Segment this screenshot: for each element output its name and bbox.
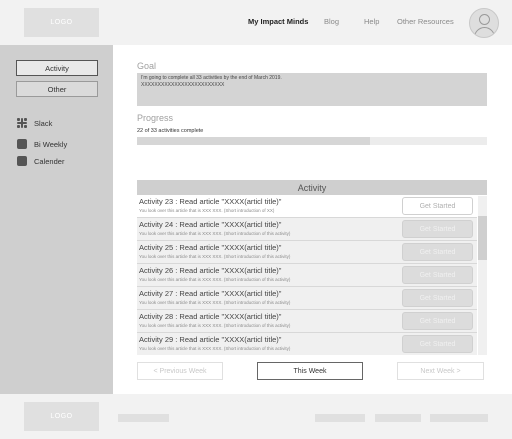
get-started-button[interactable]: Get Started	[402, 220, 473, 238]
activity-description: You look over this article that is XXX X…	[139, 322, 291, 328]
nav-help[interactable]: Help	[364, 17, 379, 26]
activity-title: Activity 24 : Read article "XXXX(articl …	[139, 220, 282, 229]
nav-my-impact-minds[interactable]: My Impact Minds	[248, 17, 308, 26]
progress-text: 22 of 33 activities complete	[137, 128, 204, 134]
nav-blog[interactable]: Blog	[324, 17, 339, 26]
get-started-button[interactable]: Get Started	[402, 197, 473, 215]
activity-description: You look over this article that is XXX X…	[139, 253, 291, 259]
next-week-button[interactable]: Next Week >	[397, 362, 484, 380]
activity-title: Activity 23 : Read article "XXXX(articl …	[139, 197, 282, 206]
this-week-button[interactable]: This Week	[257, 362, 363, 380]
sidebar-item-calender[interactable]: Calender	[17, 156, 64, 166]
sidebar-item-bi-weekly[interactable]: Bi Weekly	[17, 139, 67, 149]
sidebar-item-label: Bi Weekly	[34, 139, 68, 149]
footer-link-placeholder[interactable]	[430, 414, 488, 422]
get-started-button[interactable]: Get Started	[402, 266, 473, 284]
footer-link-placeholder[interactable]	[118, 414, 169, 422]
progress-fill	[137, 137, 371, 145]
activity-title: Activity 29 : Read article "XXXX(articl …	[139, 335, 282, 344]
sidebar-tab-activity[interactable]: Activity	[16, 60, 98, 76]
sidebar-item-slack[interactable]: Slack	[17, 118, 52, 128]
activity-row: Activity 26 : Read article "XXXX(articl …	[137, 264, 477, 287]
get-started-button[interactable]: Get Started	[402, 243, 473, 261]
footer-link-placeholder[interactable]	[375, 414, 421, 422]
activity-description: You look over this article that is XXX X…	[139, 276, 291, 282]
activity-row: Activity 28 : Read article "XXXX(articl …	[137, 310, 477, 333]
activity-row: Activity 27 : Read article "XXXX(articl …	[137, 287, 477, 310]
footer-link-placeholder[interactable]	[315, 414, 365, 422]
slack-icon	[17, 118, 27, 128]
sidebar-item-label: Calender	[34, 156, 65, 166]
sidebar-tab-other[interactable]: Other	[16, 81, 98, 97]
square-icon	[17, 139, 27, 149]
progress-bar	[137, 137, 487, 145]
nav-other-resources[interactable]: Other Resources	[397, 17, 454, 26]
activity-description: You look over this article that is XXX X…	[139, 345, 291, 351]
activity-description: You look over this article that is XXX X…	[139, 230, 291, 236]
activity-header: Activity	[137, 180, 487, 195]
header-logo[interactable]: LOGO	[24, 8, 99, 37]
progress-title: Progress	[137, 113, 174, 123]
activity-scrollbar[interactable]	[478, 196, 487, 355]
get-started-button[interactable]: Get Started	[402, 312, 473, 330]
square-icon	[17, 156, 27, 166]
scrollbar-thumb[interactable]	[478, 216, 487, 260]
goal-box: I'm going to complete all 33 activities …	[137, 73, 487, 106]
sidebar: Activity Other Slack Bi Weekly Calender	[0, 45, 113, 394]
activity-row: Activity 29 : Read article "XXXX(articl …	[137, 333, 477, 355]
activity-list: Activity 23 : Read article "XXXX(articl …	[137, 195, 477, 355]
activity-row: Activity 23 : Read article "XXXX(articl …	[137, 195, 477, 218]
activity-description: You look over this article that is XXX X…	[139, 299, 291, 305]
activity-title: Activity 25 : Read article "XXXX(articl …	[139, 243, 282, 252]
get-started-button[interactable]: Get Started	[402, 289, 473, 307]
previous-week-button[interactable]: < Previous Week	[137, 362, 223, 380]
top-header: LOGO My Impact Minds Blog Help Other Res…	[0, 0, 512, 45]
activity-description: You look over this article that is XXX X…	[139, 207, 275, 213]
activity-title: Activity 27 : Read article "XXXX(articl …	[139, 289, 282, 298]
activity-title: Activity 28 : Read article "XXXX(articl …	[139, 312, 282, 321]
activity-row: Activity 25 : Read article "XXXX(articl …	[137, 241, 477, 264]
user-avatar-icon[interactable]	[469, 8, 499, 38]
sidebar-item-label: Slack	[34, 118, 53, 128]
goal-text-placeholder: XXXXXXXXXXXXXXXXXXXXXXXXX	[141, 81, 225, 88]
activity-title: Activity 26 : Read article "XXXX(articl …	[139, 266, 282, 275]
goal-title: Goal	[137, 61, 157, 71]
activity-row: Activity 24 : Read article "XXXX(articl …	[137, 218, 477, 241]
footer-logo[interactable]: LOGO	[24, 402, 99, 431]
footer: LOGO	[0, 394, 512, 439]
get-started-button[interactable]: Get Started	[402, 335, 473, 353]
